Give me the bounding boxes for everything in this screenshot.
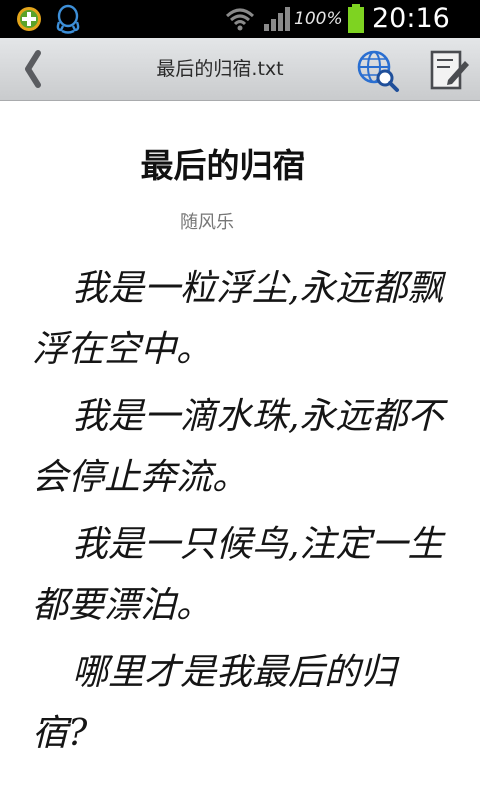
document-content[interactable]: 最后的归宿 随风乐 我是一粒浮尘,永远都飘浮在空中。 我是一滴水珠,永远都不会停… <box>0 101 480 800</box>
poem-paragraph: 我是一只候鸟,注定一生都要漂泊。 <box>32 524 444 626</box>
battery-percent: 100% <box>294 9 343 29</box>
app-store-icon <box>17 7 41 31</box>
document-title: 最后的归宿.txt <box>156 58 284 80</box>
title-bar: 最后的归宿.txt <box>0 38 480 101</box>
poem-paragraph: 我是一粒浮尘,永远都飘浮在空中。 <box>32 268 444 370</box>
qq-penguin-icon <box>56 4 80 34</box>
back-button[interactable] <box>10 47 54 91</box>
poem-title: 最后的归宿 <box>140 146 306 185</box>
signal-icon <box>264 7 290 31</box>
status-bar: 100% 20:16 <box>0 0 480 38</box>
reader-screen: 100% 20:16 最后的归宿.txt 最后的归宿 随风乐 我是一粒浮尘,永远… <box>0 0 480 800</box>
poem-paragraph: 我是一滴水珠,永远都不会停止奔流。 <box>32 396 444 498</box>
poem-author: 随风乐 <box>180 212 234 233</box>
wifi-icon <box>225 8 255 31</box>
clock: 20:16 <box>372 3 450 34</box>
edit-note-icon[interactable] <box>426 47 472 93</box>
poem-body: 我是一粒浮尘,永远都飘浮在空中。 我是一滴水珠,永远都不会停止奔流。 我是一只候… <box>32 258 448 770</box>
poem-paragraph: 哪里才是我最后的归宿? <box>32 652 397 754</box>
battery-charging-icon <box>348 4 364 33</box>
globe-search-icon[interactable] <box>354 47 400 93</box>
